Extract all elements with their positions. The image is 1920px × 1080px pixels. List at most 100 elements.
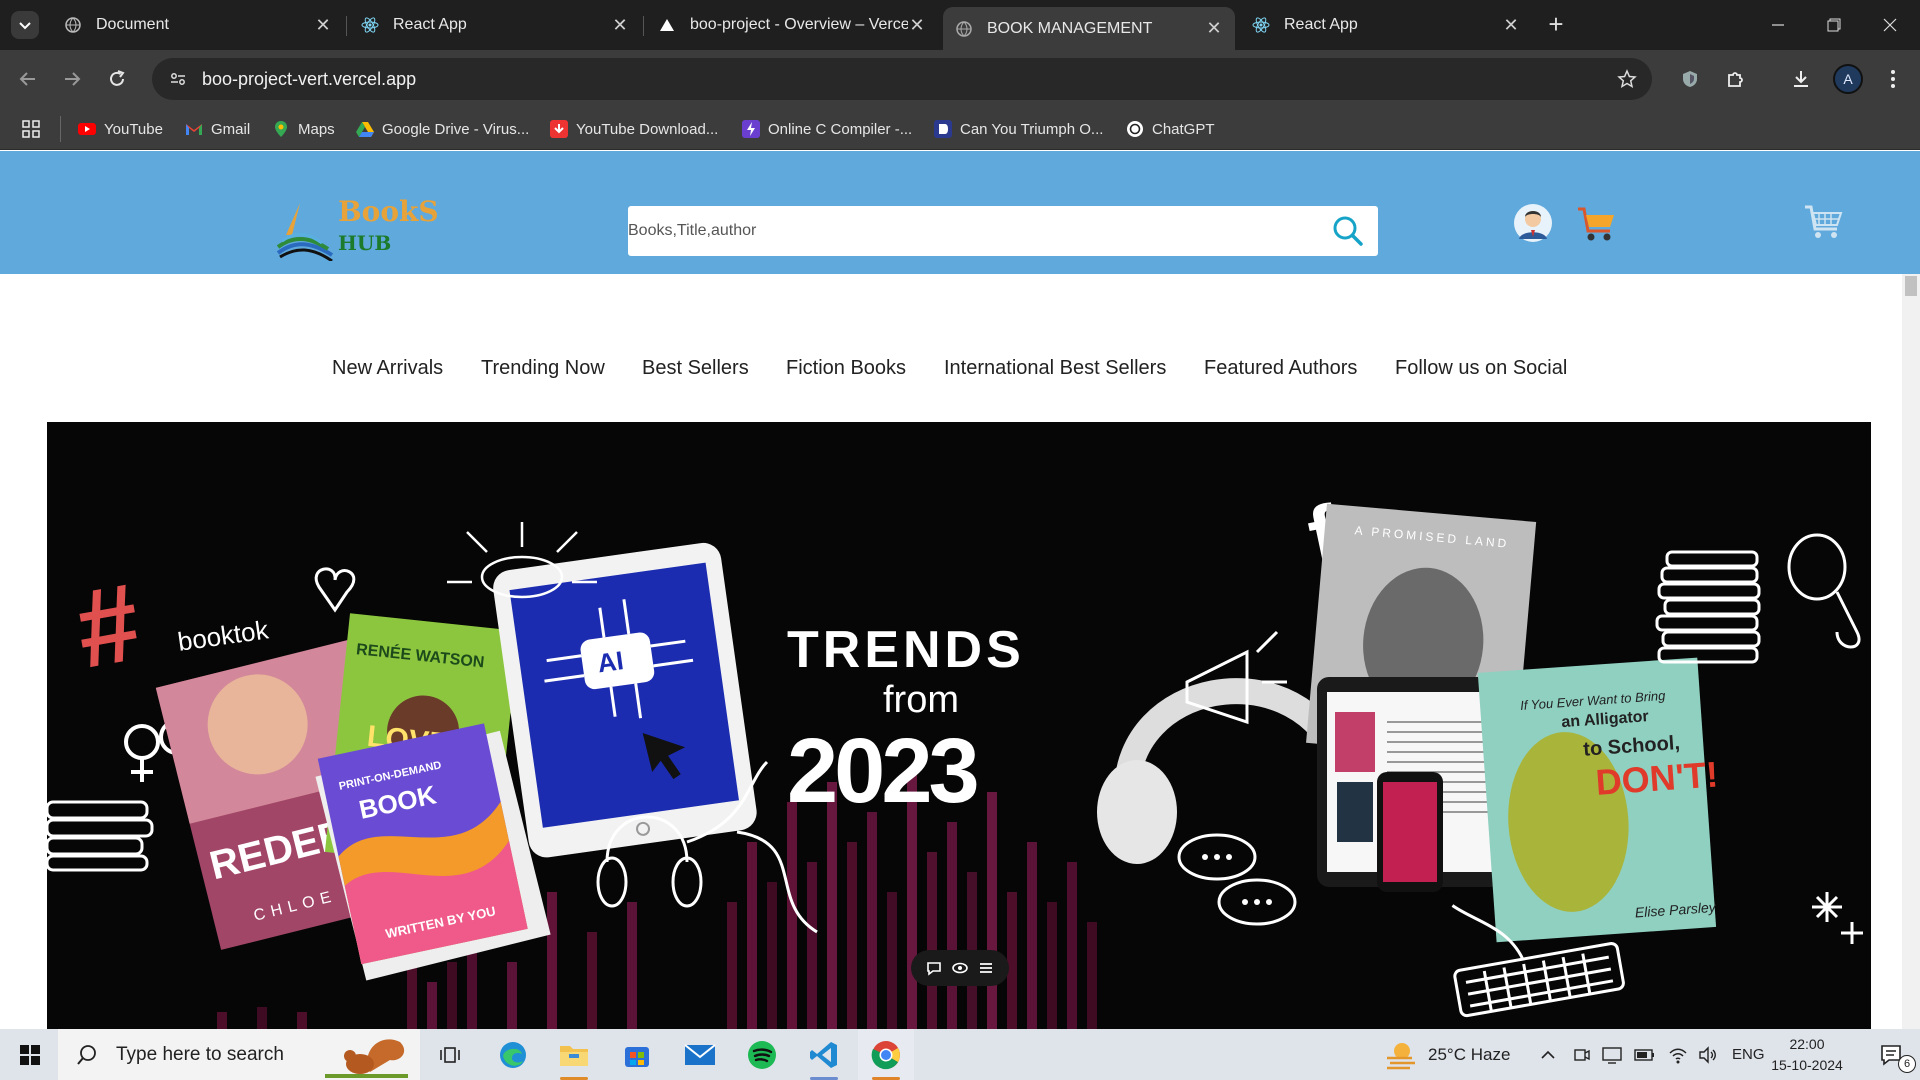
- language-indicator[interactable]: ENG: [1732, 1046, 1765, 1063]
- wifi-icon[interactable]: [1668, 1046, 1688, 1064]
- logo-text-books: BookS: [338, 195, 439, 228]
- close-icon[interactable]: ✕: [1502, 15, 1520, 36]
- cart-button[interactable]: [1575, 201, 1619, 245]
- close-icon[interactable]: ✕: [611, 15, 629, 36]
- menu-icon[interactable]: [977, 959, 995, 977]
- browser-toolbar: boo-project-vert.vercel.app A: [0, 50, 1920, 108]
- nav-trending-now[interactable]: Trending Now: [481, 357, 605, 380]
- bookmark-gmail[interactable]: Gmail: [185, 117, 250, 141]
- task-view-button[interactable]: [422, 1029, 478, 1080]
- gmail-icon: [185, 120, 203, 138]
- taskbar-spotify[interactable]: [734, 1029, 790, 1080]
- tab-react-app-2[interactable]: React App ✕: [1240, 7, 1532, 43]
- search-button[interactable]: [1318, 206, 1378, 256]
- taskbar-store[interactable]: [609, 1029, 665, 1080]
- minimize-button[interactable]: [1750, 0, 1806, 50]
- tab-document[interactable]: Document ✕: [52, 7, 344, 43]
- forward-button[interactable]: [56, 63, 88, 95]
- restore-button[interactable]: [1806, 0, 1862, 50]
- bookmark-label: Google Drive - Virus...: [382, 120, 530, 138]
- tab-vercel[interactable]: boo-project - Overview – Vercel ✕: [646, 7, 938, 43]
- chevron-up-icon[interactable]: [1540, 1047, 1556, 1063]
- hero-banner[interactable]: # booktok REDEEMI CHLOE WA RENÉE WATSON …: [47, 422, 1871, 1029]
- bookmark-label: Gmail: [211, 120, 251, 138]
- bookmark-online-c-compiler[interactable]: Online C Compiler -...: [742, 117, 912, 141]
- close-window-button[interactable]: [1862, 0, 1918, 50]
- extension-shield-button[interactable]: [1674, 63, 1706, 95]
- close-icon[interactable]: ✕: [1205, 18, 1223, 39]
- close-icon[interactable]: ✕: [314, 15, 332, 36]
- download-icon: [550, 120, 568, 138]
- back-button[interactable]: [12, 63, 44, 95]
- minimize-icon: [1772, 24, 1784, 26]
- arrow-right-icon: [65, 72, 81, 86]
- nav-best-sellers[interactable]: Best Sellers: [642, 357, 749, 380]
- hashtag-text: #: [67, 560, 149, 692]
- taskbar-mail[interactable]: [672, 1029, 728, 1080]
- notification-center-button[interactable]: 6: [1864, 1029, 1920, 1080]
- hero-banner-image: # booktok REDEEMI CHLOE WA RENÉE WATSON …: [47, 487, 1863, 1029]
- bookmark-google-drive[interactable]: Google Drive - Virus...: [356, 117, 529, 141]
- nav-fiction-books[interactable]: Fiction Books: [786, 357, 906, 380]
- search-icon: [1333, 216, 1363, 246]
- profile-avatar[interactable]: A: [1833, 64, 1863, 94]
- address-bar[interactable]: boo-project-vert.vercel.app: [152, 58, 1652, 100]
- taskbar-search[interactable]: Type here to search: [58, 1029, 420, 1080]
- start-button[interactable]: [2, 1029, 58, 1080]
- meet-now-icon[interactable]: [1572, 1046, 1590, 1064]
- volume-icon[interactable]: [1698, 1045, 1718, 1064]
- page-scrollbar[interactable]: [1902, 274, 1920, 1029]
- taskbar-edge[interactable]: [485, 1029, 541, 1080]
- windows-logo-icon: [20, 1044, 40, 1065]
- taskbar-vscode[interactable]: [796, 1029, 852, 1080]
- nav-international-best-sellers[interactable]: International Best Sellers: [944, 357, 1166, 380]
- extensions-button[interactable]: [1720, 63, 1752, 95]
- clock[interactable]: 22:00 15-10-2024: [1764, 1034, 1850, 1076]
- bookmark-chatgpt[interactable]: ChatGPT: [1126, 117, 1215, 141]
- tab-search-button[interactable]: [11, 11, 39, 39]
- tab-react-app-1[interactable]: React App ✕: [349, 7, 641, 43]
- react-icon: [1252, 16, 1270, 34]
- tablet-ai: AI: [493, 542, 757, 858]
- bookmark-label: YouTube: [104, 120, 163, 138]
- nav-follow-us-on-social[interactable]: Follow us on Social: [1395, 357, 1567, 380]
- react-icon: [361, 16, 379, 34]
- nav-featured-authors[interactable]: Featured Authors: [1204, 357, 1357, 380]
- bookmark-maps[interactable]: Maps: [272, 117, 335, 141]
- taskbar-file-explorer[interactable]: [546, 1029, 602, 1080]
- bookmark-label: Maps: [298, 120, 335, 138]
- apps-button[interactable]: [22, 117, 48, 141]
- close-icon[interactable]: ✕: [908, 15, 926, 36]
- bookmark-youtube-download[interactable]: YouTube Download...: [550, 117, 718, 141]
- site-info-icon[interactable]: [166, 67, 190, 91]
- weather-widget[interactable]: 25°C Haze: [1384, 1029, 1510, 1080]
- youtube-icon: [78, 120, 96, 138]
- scrollbar-thumb[interactable]: [1905, 276, 1917, 296]
- tablet-ai-label: AI: [595, 645, 625, 678]
- apps-grid-icon: [22, 120, 40, 138]
- battery-icon[interactable]: [1634, 1048, 1656, 1062]
- cart-outline-button[interactable]: [1800, 197, 1848, 245]
- reload-button[interactable]: [101, 63, 133, 95]
- user-profile-button[interactable]: [1511, 201, 1555, 245]
- comment-icon[interactable]: [925, 959, 943, 977]
- books-stack-doodle-right: [1655, 550, 1761, 664]
- new-tab-button[interactable]: +: [1541, 10, 1571, 40]
- downloads-button[interactable]: [1785, 63, 1817, 95]
- carousel-controls: [911, 950, 1009, 986]
- taskbar-chrome[interactable]: [858, 1029, 914, 1080]
- search-input[interactable]: [628, 206, 1318, 256]
- tab-book-management[interactable]: BOOK MANAGEMENT ✕: [943, 7, 1235, 50]
- bookmark-star-button[interactable]: [1611, 63, 1643, 95]
- search-icon: [77, 1044, 96, 1065]
- bookmark-can-you-triumph[interactable]: Can You Triumph O...: [934, 117, 1103, 141]
- nav-new-arrivals[interactable]: New Arrivals: [332, 357, 443, 380]
- eye-icon[interactable]: [951, 959, 969, 977]
- device-icon[interactable]: [1602, 1046, 1622, 1064]
- web-page: BookS HUB New Arrivals Trending Now: [0, 151, 1920, 1029]
- user-avatar-icon: [1514, 204, 1552, 242]
- menu-button[interactable]: [1877, 63, 1909, 95]
- bookmark-youtube[interactable]: YouTube: [78, 117, 163, 141]
- site-logo[interactable]: BookS HUB: [276, 195, 446, 261]
- bookmark-label: ChatGPT: [1152, 120, 1215, 138]
